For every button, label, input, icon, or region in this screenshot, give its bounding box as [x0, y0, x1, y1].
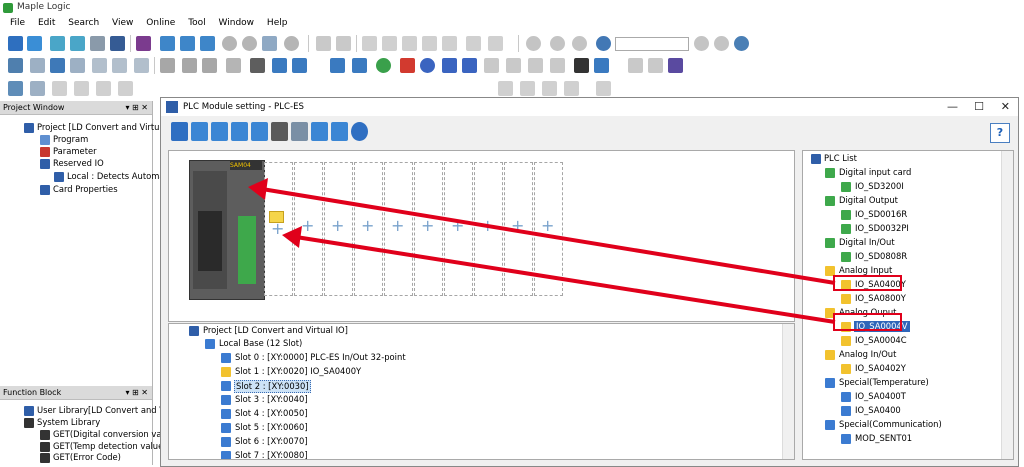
arrow-line-1: [261, 187, 836, 285]
arrow-line-2: [295, 235, 836, 324]
annotation-arrows: [248, 178, 836, 324]
arrow-head-2: [282, 226, 302, 248]
arrow-head-1: [248, 178, 268, 200]
